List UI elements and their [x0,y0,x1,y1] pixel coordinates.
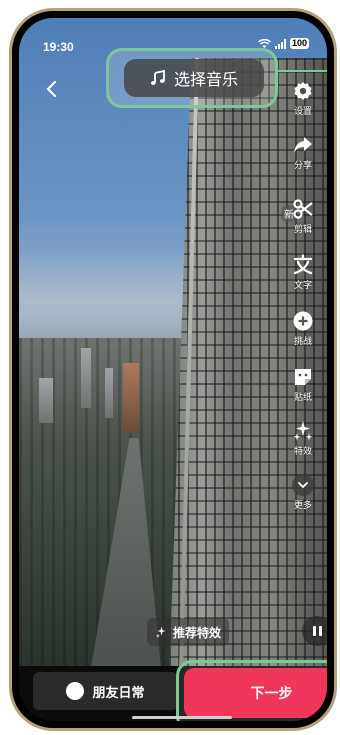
sparkle-effects-icon [293,421,313,441]
settings-gear-icon [294,82,312,100]
status-time: 19:30 [43,40,74,54]
friends-daily-button[interactable]: 朋友日常 [33,672,178,710]
sticker-icon [295,369,311,385]
phone-bezel: 19:30 100 选择音乐 新 设置 分享 剪辑 文字 挑战 贴纸 特效 更多… [12,11,334,728]
music-note-icon [150,70,165,85]
screen: 19:30 100 选择音乐 新 设置 分享 剪辑 文字 挑战 贴纸 特效 更多… [19,18,327,721]
video-preview [19,18,327,678]
scissors-icon [293,199,313,219]
back-chevron-icon [46,80,57,98]
text-icon [293,254,313,275]
chevron-down-icon [298,482,308,489]
toolbar-item-effects[interactable]: 特效 [284,420,322,457]
signal-icon [274,38,286,49]
next-step-button[interactable]: 下一步 [184,668,327,718]
toolbar-item-settings[interactable]: 设置 [284,80,322,117]
pause-icon [312,626,316,636]
toolbar-item-more[interactable]: 更多 [284,474,322,511]
toolbar-item-challenge[interactable]: 挑战 [284,310,322,347]
recommended-effects-button[interactable]: 推荐特效 [147,618,229,646]
home-indicator[interactable] [132,716,232,719]
annotation-line [278,70,327,72]
challenge-plus-icon [293,311,313,331]
recommended-effects-label: 推荐特效 [172,625,221,640]
next-step-label: 下一步 [250,686,293,702]
choose-music-button[interactable]: 选择音乐 [124,59,264,97]
share-arrow-icon [294,137,312,153]
toolbar-item-sticker[interactable]: 贴纸 [284,366,322,403]
battery-icon: 100 [289,38,309,49]
back-button[interactable] [41,78,63,100]
toolbar-item-edit[interactable]: 剪辑 [284,198,322,235]
wifi-icon [258,38,271,48]
toolbar-item-text[interactable]: 文字 [284,254,322,291]
sparkle-icon [155,626,166,638]
friends-daily-dot-icon [66,682,85,700]
bottom-bar: 朋友日常 下一步 [19,660,327,721]
friends-daily-label: 朋友日常 [92,685,145,701]
phone-frame: 19:30 100 选择音乐 新 设置 分享 剪辑 文字 挑战 贴纸 特效 更多… [9,8,337,731]
choose-music-label: 选择音乐 [173,70,238,89]
toolbar-item-share[interactable]: 分享 [284,134,322,171]
pause-button[interactable] [302,616,327,646]
